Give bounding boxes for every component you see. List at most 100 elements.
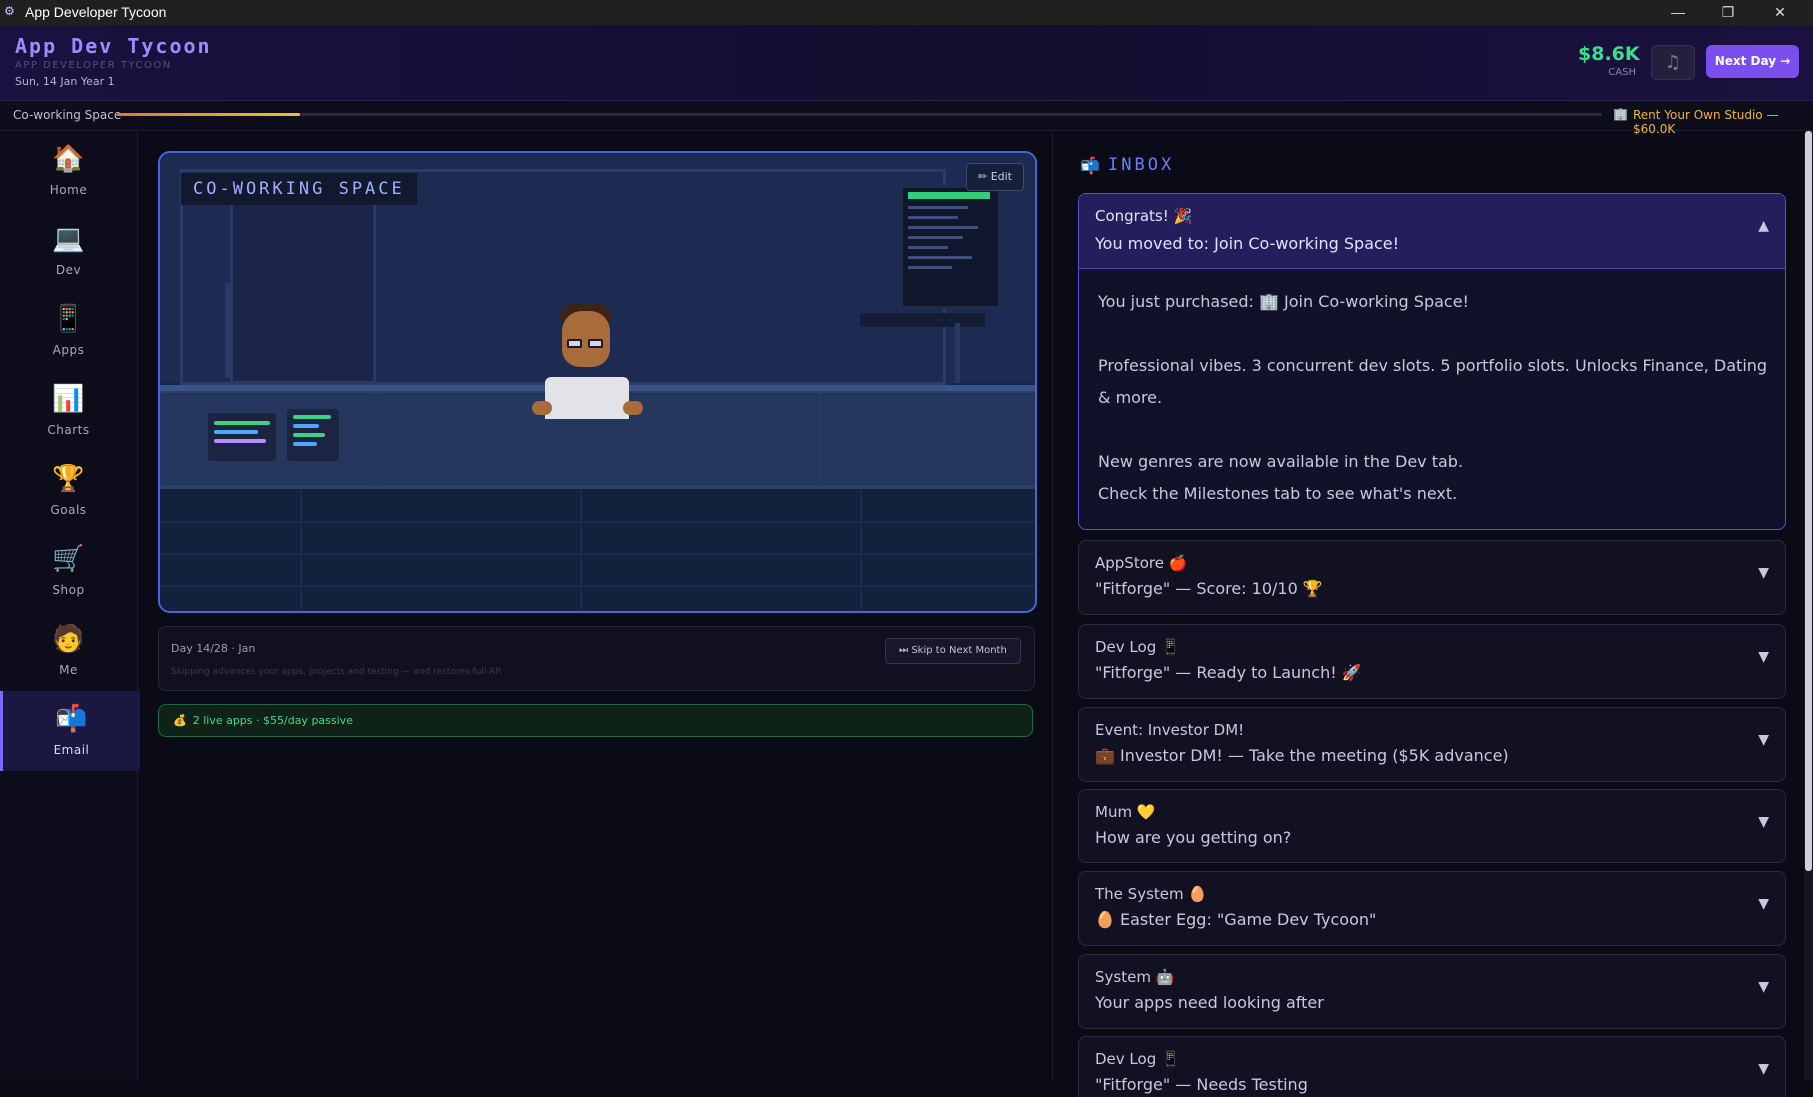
desk-segment	[820, 393, 1035, 485]
close-button[interactable]: ✕	[1757, 0, 1803, 25]
person-icon: 🧑	[52, 624, 85, 654]
cash-value: $8.6K	[1578, 43, 1640, 65]
chevron-down-icon[interactable]: ▼	[1758, 1061, 1769, 1077]
message-header[interactable]	[1079, 194, 1785, 269]
monitor-line	[908, 216, 958, 219]
mailbox-icon: 📬	[1080, 156, 1100, 175]
scene-shelf	[860, 313, 985, 327]
message-subject: 🥚 Easter Egg: "Game Dev Tycoon"	[1095, 910, 1377, 929]
current-location-label: Co-working Space	[13, 108, 122, 122]
message-sender: Congrats! 🎉	[1095, 207, 1193, 225]
sidebar-item-label: Me	[59, 663, 78, 677]
inbox-message-expanded[interactable]: Congrats! 🎉 You moved to: Join Co-workin…	[1078, 193, 1786, 530]
day-counter: Day 14/28 · Jan	[171, 642, 256, 655]
scrollbar-thumb[interactable]	[1805, 131, 1812, 871]
house-icon: 🏠	[52, 144, 85, 174]
message-subject: Your apps need looking after	[1095, 993, 1324, 1012]
chevron-down-icon[interactable]: ▼	[1758, 979, 1769, 995]
cash-label: CASH	[1608, 67, 1636, 78]
minimize-button[interactable]: —	[1655, 0, 1701, 25]
passive-income-bar: 💰 2 live apps · $55/day passive	[158, 704, 1033, 737]
code-note	[208, 413, 276, 461]
window-title: App Developer Tycoon	[25, 4, 167, 20]
progress-track	[117, 113, 1602, 116]
sidebar-item-home[interactable]: 🏠 Home	[0, 131, 137, 211]
message-sender: AppStore 🍎	[1095, 554, 1188, 572]
sidebar-item-apps[interactable]: 📱 Apps	[0, 291, 137, 371]
next-location-target: Rent Your Own Studio — $60.0K	[1633, 108, 1779, 136]
restore-button[interactable]: ❐	[1705, 0, 1751, 25]
sidebar-item-label: Home	[49, 183, 88, 197]
skip-to-next-month-button[interactable]: ⏭ Skip to Next Month	[885, 638, 1021, 664]
game-title: App Dev Tycoon	[15, 34, 212, 58]
wall-monitor	[900, 185, 1001, 309]
inbox-message[interactable]: Dev Log 📱 "Fitforge" — Ready to Launch! …	[1078, 624, 1786, 699]
scene-shelf-leg	[955, 323, 960, 383]
sidebar-item-charts[interactable]: 📊 Charts	[0, 371, 137, 451]
inbox-message[interactable]: AppStore 🍎 "Fitforge" — Score: 10/10 🏆 ▼	[1078, 540, 1786, 615]
inbox-message[interactable]: System 🤖 Your apps need looking after ▼	[1078, 954, 1786, 1029]
scene-door	[230, 188, 376, 384]
mailbox-icon: 📬	[55, 704, 88, 734]
game-date: Sun, 14 Jan Year 1	[15, 75, 115, 88]
message-subject: How are you getting on?	[1095, 828, 1292, 847]
sidebar-item-label: Charts	[47, 423, 90, 437]
bar-chart-icon: 📊	[52, 384, 85, 414]
monitor-line	[908, 266, 952, 269]
location-progress: Co-working Space 🏢 Rent Your Own Studio …	[0, 101, 1813, 136]
sidebar-item-email[interactable]: 📬 Email	[0, 691, 140, 771]
chevron-down-icon[interactable]: ▼	[1758, 732, 1769, 748]
floor-line	[860, 489, 862, 611]
trophy-icon: 🏆	[52, 464, 85, 494]
character-body	[545, 377, 629, 419]
office-scene: CO-WORKING SPACE ✏ Edit	[158, 151, 1037, 613]
message-sender: Dev Log 📱	[1095, 638, 1180, 656]
inbox-message[interactable]: Dev Log 📱 "Fitforge" — Needs Testing ▼	[1078, 1036, 1786, 1097]
edit-scene-button[interactable]: ✏ Edit	[966, 163, 1024, 191]
chevron-down-icon[interactable]: ▼	[1758, 565, 1769, 581]
chevron-down-icon[interactable]: ▼	[1758, 814, 1769, 830]
character-hand	[532, 401, 552, 415]
monitor-line	[908, 206, 968, 209]
inbox-message[interactable]: The System 🥚 🥚 Easter Egg: "Game Dev Tyc…	[1078, 871, 1786, 946]
message-sender: Dev Log 📱	[1095, 1050, 1180, 1068]
passive-income-text: 2 live apps · $55/day passive	[192, 714, 353, 727]
sidebar-item-shop[interactable]: 🛒 Shop	[0, 531, 137, 611]
sidebar-item-label: Shop	[52, 583, 85, 597]
sidebar-item-me[interactable]: 🧑 Me	[0, 611, 137, 691]
sidebar-item-goals[interactable]: 🏆 Goals	[0, 451, 137, 531]
building-icon: 🏢	[1613, 107, 1628, 121]
message-sender: Event: Investor DM!	[1095, 721, 1245, 739]
game-header: App Dev Tycoon APP DEVELOPER TYCOON Sun,…	[0, 25, 1813, 101]
next-day-button[interactable]: Next Day →	[1706, 45, 1799, 78]
progress-fill	[117, 113, 300, 116]
message-sender: The System 🥚	[1095, 885, 1208, 903]
monitor-line	[908, 246, 948, 249]
message-subject: 💼 Investor DM! — Take the meeting ($5K a…	[1095, 746, 1509, 765]
skip-hint: Skipping advances your apps, projects an…	[171, 667, 503, 677]
message-sender: System 🤖	[1095, 968, 1175, 986]
chevron-up-icon[interactable]: ▲	[1758, 218, 1769, 234]
message-body-line: You just purchased: 🏢 Join Co-working Sp…	[1098, 292, 1469, 311]
floor-line	[160, 585, 1035, 587]
glasses-icon	[567, 339, 605, 349]
message-sender: Mum 💛	[1095, 803, 1156, 821]
inbox-message[interactable]: Mum 💛 How are you getting on? ▼	[1078, 789, 1786, 863]
laptop-icon: 💻	[52, 224, 85, 254]
music-note-icon: ♫	[1664, 52, 1682, 73]
sidebar-item-dev[interactable]: 💻 Dev	[0, 211, 137, 291]
code-note	[287, 409, 339, 461]
message-body-line: New genres are now available in the Dev …	[1098, 452, 1464, 471]
inbox-scrollbar[interactable]	[1804, 131, 1813, 1080]
chevron-down-icon[interactable]: ▼	[1758, 649, 1769, 665]
music-toggle-button[interactable]: ♫	[1651, 45, 1695, 80]
message-body-line: Check the Milestones tab to see what's n…	[1098, 484, 1458, 503]
scene-floor	[160, 489, 1035, 611]
money-bag-icon: 💰	[173, 714, 187, 727]
shopping-cart-icon: 🛒	[52, 544, 85, 574]
floor-line	[300, 489, 302, 611]
chevron-down-icon[interactable]: ▼	[1758, 896, 1769, 912]
sidebar-item-label: Goals	[50, 503, 87, 517]
inbox-message[interactable]: Event: Investor DM! 💼 Investor DM! — Tak…	[1078, 707, 1786, 782]
sidebar-item-label: Dev	[55, 263, 82, 277]
